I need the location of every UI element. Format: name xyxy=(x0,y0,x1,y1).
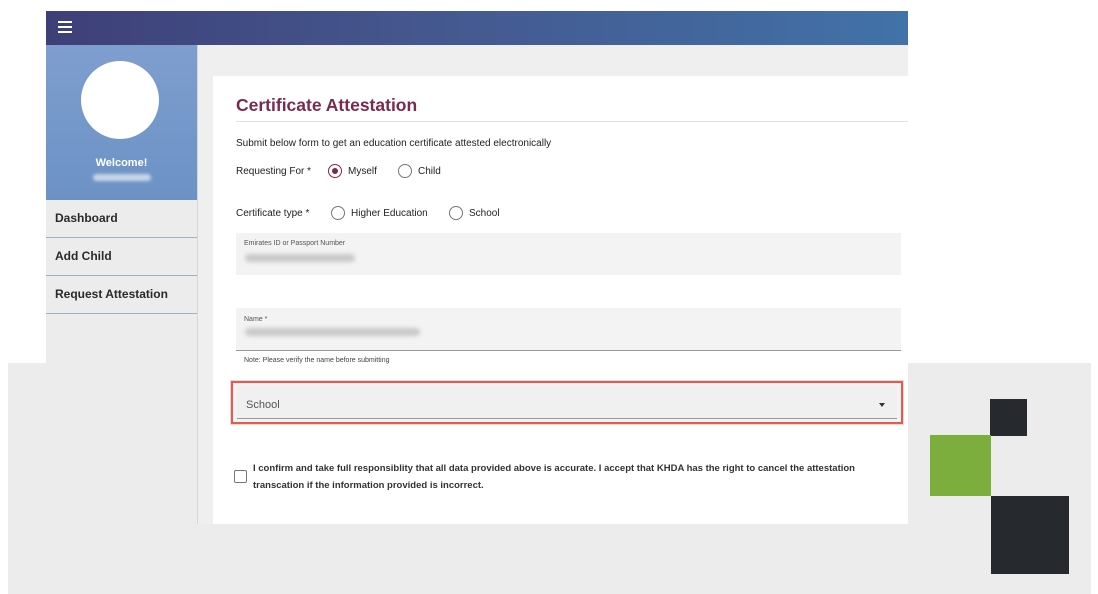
radio-button-checked[interactable] xyxy=(328,164,342,178)
name-note: Note: Please verify the name before subm… xyxy=(244,357,390,364)
radio-child[interactable]: Child xyxy=(398,164,441,178)
emirates-id-value-redacted xyxy=(245,254,355,262)
school-select[interactable]: School xyxy=(231,381,903,424)
name-value-redacted xyxy=(245,328,420,336)
school-select-inner: School xyxy=(237,386,897,419)
sidebar-item-add-child[interactable]: Add Child xyxy=(46,238,197,276)
confirmation-text: I confirm and take full responsiblity th… xyxy=(253,463,855,491)
requesting-for-label: Requesting For * xyxy=(236,166,312,177)
emirates-id-field[interactable]: Emirates ID or Passport Number xyxy=(236,233,901,275)
sidebar-item-dashboard[interactable]: Dashboard xyxy=(46,200,197,238)
radio-label-higher-education: Higher Education xyxy=(351,207,428,219)
radio-myself[interactable]: Myself xyxy=(328,164,377,178)
form-intro: Submit below form to get an education ce… xyxy=(236,138,552,149)
hamburger-icon[interactable] xyxy=(58,21,72,33)
username-redacted xyxy=(93,174,151,181)
name-label: Name * xyxy=(244,316,268,323)
avatar xyxy=(81,61,159,139)
welcome-text: Welcome! xyxy=(95,157,148,169)
name-field[interactable]: Name * xyxy=(236,308,901,351)
radio-school[interactable]: School xyxy=(449,206,500,220)
decorative-square-dark xyxy=(990,399,1027,436)
radio-label-school: School xyxy=(469,207,500,219)
emirates-id-label: Emirates ID or Passport Number xyxy=(244,240,346,247)
radio-button[interactable] xyxy=(398,164,412,178)
top-bar xyxy=(46,11,908,45)
profile-panel: Welcome! xyxy=(46,45,197,200)
certificate-type-label: Certificate type * xyxy=(236,208,310,219)
radio-higher-education[interactable]: Higher Education xyxy=(331,206,428,220)
radio-label-myself: Myself xyxy=(348,165,377,177)
title-divider xyxy=(236,121,908,122)
decorative-square-dark-large xyxy=(991,496,1069,574)
radio-button[interactable] xyxy=(331,206,345,220)
school-select-value: School xyxy=(246,399,280,411)
page-title: Certificate Attestation xyxy=(236,95,418,115)
sidebar-item-request-attestation[interactable]: Request Attestation xyxy=(46,276,197,314)
app-window: Welcome! Dashboard Add Child Request Att… xyxy=(46,11,908,524)
radio-button[interactable] xyxy=(449,206,463,220)
caret-down-icon[interactable] xyxy=(879,403,885,407)
radio-label-child: Child xyxy=(418,165,441,177)
decorative-square-green xyxy=(930,435,991,496)
confirm-checkbox[interactable] xyxy=(234,470,247,483)
attestation-form-card: Certificate Attestation Submit below for… xyxy=(213,76,908,524)
sidebar: Welcome! Dashboard Add Child Request Att… xyxy=(46,45,198,524)
